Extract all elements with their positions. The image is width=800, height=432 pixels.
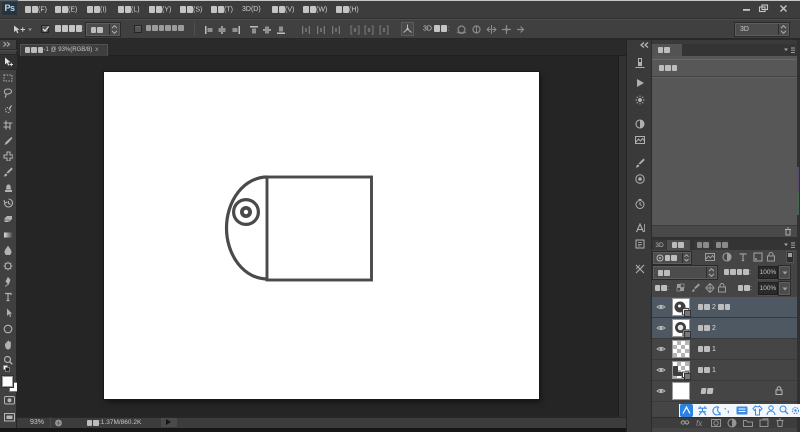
svg-text:fx: fx — [696, 419, 703, 428]
